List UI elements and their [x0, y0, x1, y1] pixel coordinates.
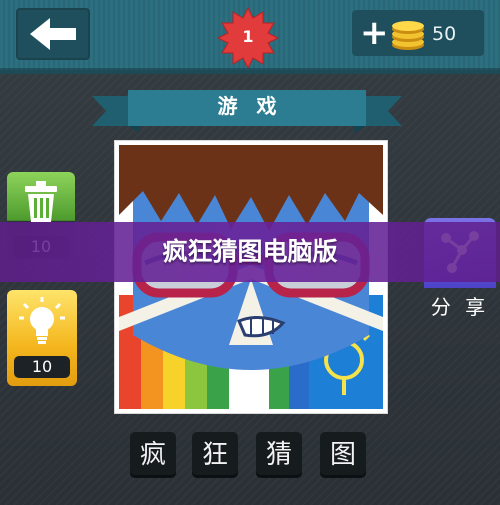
coin-counter[interactable]: + 50 — [352, 10, 484, 56]
bulb-icon — [19, 297, 65, 344]
coin-count: 50 — [432, 23, 457, 45]
answer-tile[interactable]: 狂 — [192, 432, 238, 478]
answer-tiles: 疯 狂 猜 图 — [130, 432, 370, 482]
back-button[interactable] — [16, 8, 90, 60]
banner-title: 疯狂猜图电脑版 — [162, 237, 338, 266]
trash-icon — [25, 181, 57, 222]
add-coins-button[interactable]: + — [360, 15, 389, 51]
share-label: 分 享 — [430, 295, 490, 319]
game-screen: 1 + 50 游 戏 10 分 享 疯狂猜图电脑版 疯 狂 猜 图 — [0, 0, 500, 505]
level-number: 1 — [242, 27, 254, 46]
answer-tile[interactable]: 猜 — [256, 432, 302, 478]
coin-stack-icon — [392, 21, 424, 50]
hint-cost: 10 — [14, 356, 70, 378]
back-arrow-icon — [30, 18, 76, 50]
answer-tile[interactable]: 图 — [320, 432, 366, 478]
answer-tile[interactable]: 疯 — [130, 432, 176, 478]
top-bar: 1 + 50 — [0, 0, 500, 74]
ribbon-title: 游 戏 — [217, 94, 283, 118]
